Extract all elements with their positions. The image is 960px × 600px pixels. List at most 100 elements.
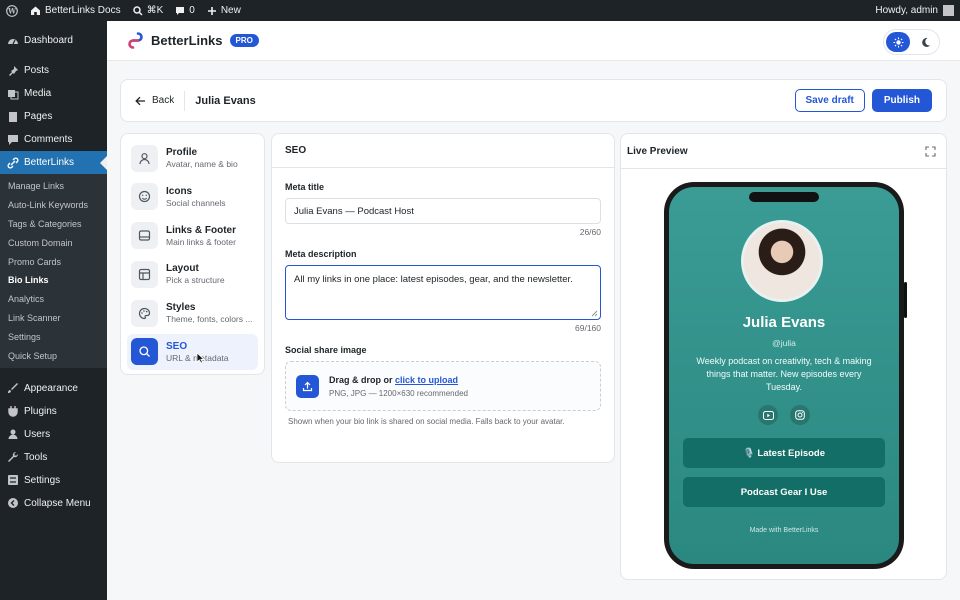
instagram-icon[interactable] bbox=[790, 405, 810, 425]
submenu-link-scanner[interactable]: Link Scanner bbox=[0, 309, 107, 328]
menu-plugins[interactable]: Plugins bbox=[0, 400, 107, 423]
publish-button[interactable]: Publish bbox=[871, 89, 932, 112]
menu-posts[interactable]: Posts bbox=[0, 59, 107, 82]
dark-mode-button[interactable] bbox=[913, 32, 937, 52]
submenu-settings[interactable]: Settings bbox=[0, 327, 107, 346]
submenu-auto-link-keywords[interactable]: Auto-Link Keywords bbox=[0, 196, 107, 215]
mouse-cursor-icon bbox=[196, 352, 205, 364]
submenu-manage-links[interactable]: Manage Links bbox=[0, 177, 107, 196]
user-icon bbox=[6, 428, 19, 441]
menu-label: Appearance bbox=[24, 382, 78, 394]
wordpress-logo-icon[interactable]: W bbox=[6, 4, 18, 17]
menu-betterlinks[interactable]: BetterLinks bbox=[0, 151, 107, 174]
dashboard-icon bbox=[6, 34, 19, 47]
nav-item-layout[interactable]: Layout Pick a structure bbox=[127, 256, 258, 292]
nav-title: Links & Footer bbox=[166, 224, 237, 236]
nav-title: Profile bbox=[166, 147, 198, 158]
submenu-custom-domain[interactable]: Custom Domain bbox=[0, 233, 107, 252]
social-share-label: Social share image bbox=[285, 345, 367, 355]
menu-tools[interactable]: Tools bbox=[0, 446, 107, 469]
pin-icon bbox=[6, 64, 19, 77]
back-button[interactable]: Back bbox=[135, 90, 186, 111]
click-to-upload-link[interactable]: click to upload bbox=[395, 375, 458, 385]
menu-pages[interactable]: Pages bbox=[0, 105, 107, 128]
collapse-icon bbox=[6, 497, 19, 510]
command-search[interactable]: ⌘K bbox=[132, 5, 163, 16]
admin-sidebar: Dashboard Posts Media Pages Comments Bet… bbox=[0, 21, 107, 600]
submenu-analytics[interactable]: Analytics bbox=[0, 290, 107, 309]
new-content-link[interactable]: New bbox=[207, 5, 241, 16]
live-preview-panel: Live Preview Julia Evans @julia Weekly p… bbox=[620, 133, 947, 580]
moon-icon bbox=[921, 37, 930, 47]
submenu-bio-links[interactable]: Bio Links bbox=[0, 271, 107, 290]
editor-section-nav: Profile Avatar, name & bio Icons Social ch… bbox=[120, 133, 265, 375]
menu-dashboard[interactable]: Dashboard bbox=[0, 29, 107, 52]
panel-bottom-icon bbox=[131, 222, 158, 250]
nav-title: Styles bbox=[166, 302, 196, 314]
submenu-quick-setup[interactable]: Quick Setup bbox=[0, 346, 107, 365]
menu-comments[interactable]: Comments bbox=[0, 128, 107, 151]
sun-icon bbox=[893, 37, 903, 47]
brand-name: BetterLinks bbox=[151, 33, 223, 48]
meta-description-textarea[interactable]: All my links in one place: latest episod… bbox=[285, 265, 601, 320]
pro-badge: PRO bbox=[229, 34, 259, 47]
account-menu[interactable]: Howdy, admin bbox=[875, 5, 954, 16]
howdy-text: Howdy, admin bbox=[875, 5, 938, 16]
meta-description-value: All my links in one place: latest episod… bbox=[294, 274, 573, 285]
submenu-tags-categories[interactable]: Tags & Categories bbox=[0, 215, 107, 234]
search-icon bbox=[132, 5, 143, 16]
new-label: New bbox=[220, 5, 241, 16]
light-mode-button[interactable] bbox=[886, 32, 910, 52]
submenu-promo-cards[interactable]: Promo Cards bbox=[0, 252, 107, 271]
user-icon bbox=[131, 144, 158, 172]
phone-screen: Julia Evans @julia Weekly podcast on cre… bbox=[669, 187, 899, 564]
preview-handle: @julia bbox=[772, 338, 796, 348]
profile-avatar bbox=[741, 220, 823, 302]
preview-link-latest-episode[interactable]: 🎙️ Latest Episode bbox=[683, 438, 885, 468]
menu-label: Collapse Menu bbox=[24, 497, 91, 509]
youtube-icon[interactable] bbox=[758, 405, 778, 425]
seo-panel: SEO Meta title Julia Evans — Podcast Hos… bbox=[271, 133, 615, 463]
betterlinks-logo[interactable]: BetterLinks PRO bbox=[127, 31, 259, 50]
comments-link[interactable]: 0 bbox=[175, 5, 195, 16]
meta-description-label: Meta description bbox=[285, 249, 357, 259]
nav-item-profile[interactable]: Profile Avatar, name & bio bbox=[127, 140, 258, 176]
menu-media[interactable]: Media bbox=[0, 82, 107, 105]
nav-title: Layout bbox=[166, 263, 199, 275]
back-label: Back bbox=[152, 95, 175, 106]
betterlinks-icon bbox=[6, 156, 19, 169]
site-name-link[interactable]: BetterLinks Docs bbox=[30, 5, 121, 16]
betterlinks-logo-icon bbox=[128, 32, 143, 49]
arrow-left-icon bbox=[135, 96, 145, 105]
comment-icon bbox=[176, 6, 185, 15]
share-image-dropzone[interactable]: Drag & drop or click to upload PNG, JPG … bbox=[285, 361, 601, 411]
nav-title: SEO bbox=[166, 340, 188, 352]
menu-appearance[interactable]: Appearance bbox=[0, 377, 107, 400]
save-draft-button[interactable]: Save draft bbox=[794, 89, 865, 112]
nav-item-styles[interactable]: Styles Theme, fonts, colors ... bbox=[127, 295, 258, 331]
resize-handle-icon[interactable] bbox=[591, 310, 598, 317]
editor-header: Back Julia Evans Save draft Publish bbox=[120, 79, 947, 122]
menu-users[interactable]: Users bbox=[0, 423, 107, 446]
preview-bio: Weekly podcast on creativity, tech & mak… bbox=[696, 356, 872, 392]
layout-icon bbox=[131, 260, 158, 288]
meta-title-input[interactable]: Julia Evans — Podcast Host bbox=[285, 198, 601, 224]
preview-link-podcast-gear[interactable]: Podcast Gear I Use bbox=[683, 477, 885, 507]
avatar bbox=[943, 5, 954, 16]
nav-item-icons[interactable]: Icons Social channels bbox=[127, 179, 258, 215]
menu-settings[interactable]: Settings bbox=[0, 469, 107, 492]
media-icon bbox=[6, 87, 19, 100]
preview-social-icons bbox=[669, 405, 899, 425]
svg-text:W: W bbox=[7, 6, 16, 15]
menu-label: Tools bbox=[24, 451, 48, 463]
nav-title: Icons bbox=[166, 185, 193, 197]
fullscreen-icon[interactable] bbox=[925, 145, 936, 157]
nav-item-seo[interactable]: SEO URL & metadata bbox=[127, 333, 258, 370]
menu-collapse[interactable]: Collapse Menu bbox=[0, 492, 107, 515]
comments-count: 0 bbox=[189, 5, 195, 16]
menu-label: Settings bbox=[24, 474, 61, 486]
nav-item-links-footer[interactable]: Links & Footer Main links & footer bbox=[127, 218, 258, 254]
phone-mockup: Julia Evans @julia Weekly podcast on cre… bbox=[664, 182, 907, 569]
wrench-icon bbox=[6, 451, 19, 464]
search-icon bbox=[131, 338, 158, 366]
